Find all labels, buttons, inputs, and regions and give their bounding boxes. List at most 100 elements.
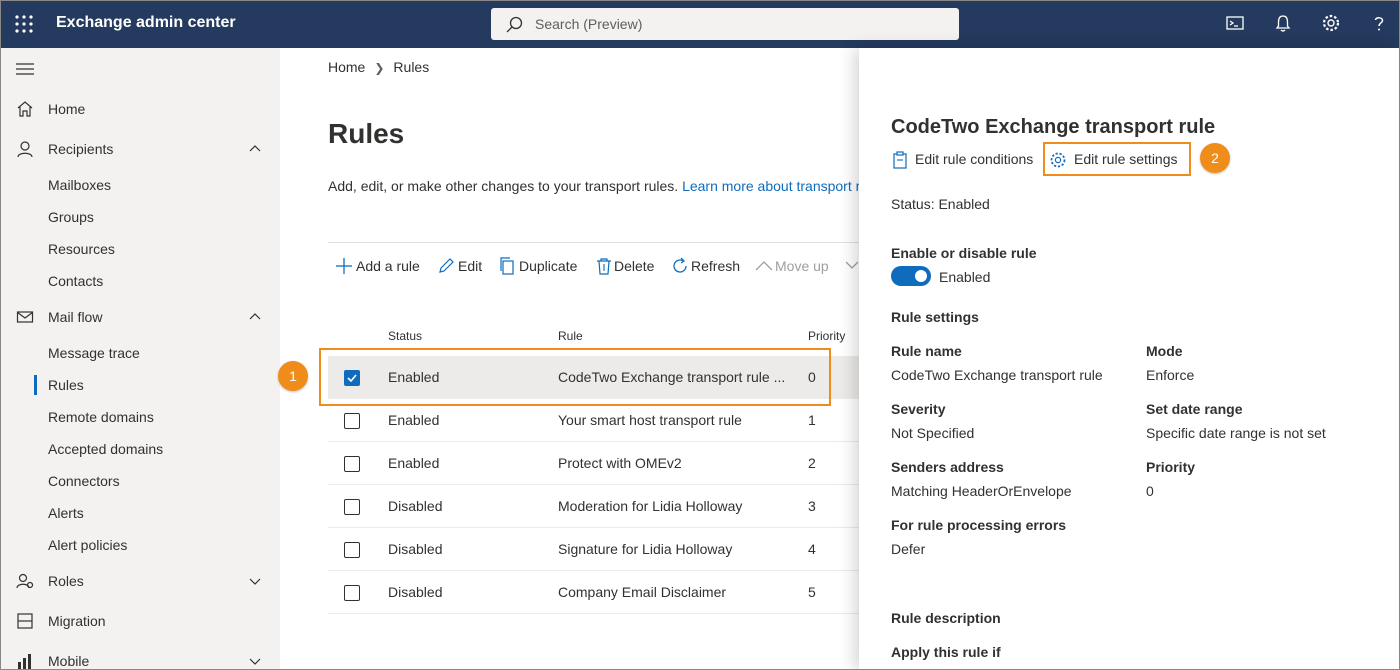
nav-item-message-trace[interactable]: Message trace [0, 337, 280, 369]
nav-item-home[interactable]: Home [0, 93, 280, 125]
delete-label: Delete [614, 258, 655, 274]
edit-conditions-label: Edit rule conditions [915, 151, 1034, 167]
nav-label-groups: Groups [48, 209, 94, 225]
row-checkbox[interactable] [344, 499, 360, 515]
nav-label-connectors: Connectors [48, 473, 120, 489]
chevron-up-icon[interactable] [248, 142, 262, 156]
nav-item-roles[interactable]: Roles [0, 565, 280, 597]
chevron-down-icon[interactable] [248, 574, 262, 588]
mode-value: Enforce [1146, 367, 1195, 383]
enable-rule-toggle[interactable] [891, 266, 931, 286]
nav-item-mobile[interactable]: Mobile [0, 645, 280, 670]
apply-rule-if-label: Apply this rule if [891, 644, 1001, 660]
mail-icon [16, 311, 34, 323]
bell-icon[interactable] [1273, 13, 1295, 35]
duplicate-button[interactable]: Duplicate [498, 256, 583, 276]
page-title: Rules [328, 118, 405, 149]
move-up-button[interactable]: Move up [755, 256, 835, 276]
nav-item-connectors[interactable]: Connectors [0, 465, 280, 497]
cell-status: Disabled [388, 541, 443, 557]
cell-rule: Moderation for Lidia Holloway [558, 498, 743, 514]
chevron-down-icon[interactable] [248, 654, 262, 668]
learn-more-link[interactable]: Learn more about transport r [682, 178, 860, 194]
row-checkbox[interactable] [344, 542, 360, 558]
breadcrumb: Home ❯ Rules [328, 59, 429, 75]
cell-priority: 1 [808, 412, 816, 428]
nav-item-alerts[interactable]: Alerts [0, 497, 280, 529]
description-text: Add, edit, or make other changes to your… [328, 178, 679, 194]
nav-label-home: Home [48, 101, 86, 117]
nav-label-mailboxes: Mailboxes [48, 177, 112, 193]
mobile-chart-icon [18, 654, 31, 669]
table-row[interactable]: Disabled Moderation for Lidia Holloway 3 [328, 485, 859, 528]
column-header-status[interactable]: Status [388, 329, 422, 343]
table-row[interactable]: Disabled Signature for Lidia Holloway 4 [328, 528, 859, 571]
column-header-rule[interactable]: Rule [558, 329, 583, 343]
add-rule-label: Add a rule [356, 258, 420, 274]
move-down-button[interactable] [845, 256, 859, 276]
nav-item-recipients[interactable]: Recipients [0, 133, 280, 165]
delete-button[interactable]: Delete [595, 256, 660, 276]
terminal-icon[interactable] [1225, 13, 1247, 35]
search-input[interactable] [535, 8, 945, 40]
breadcrumb-current: Rules [393, 59, 430, 75]
gear-icon[interactable] [1321, 13, 1343, 35]
help-icon[interactable] [1369, 13, 1391, 35]
refresh-icon [673, 257, 687, 273]
app-launcher-icon[interactable] [14, 14, 34, 34]
nav-item-rules[interactable]: Rules [0, 369, 280, 401]
add-rule-button[interactable]: Add a rule [335, 256, 425, 276]
nav-item-groups[interactable]: Groups [0, 201, 280, 233]
edit-rule-conditions-button[interactable]: Edit rule conditions [891, 150, 1036, 170]
nav-label-message-trace: Message trace [48, 345, 140, 361]
nav-item-alert-policies[interactable]: Alert policies [0, 529, 280, 561]
cell-rule: Your smart host transport rule [558, 412, 742, 428]
nav-item-migration[interactable]: Migration [0, 605, 280, 637]
nav-item-remote-domains[interactable]: Remote domains [0, 401, 280, 433]
column-header-priority[interactable]: Priority [808, 329, 845, 343]
plus-icon [336, 258, 352, 274]
top-bar: Exchange admin center [0, 0, 1400, 48]
nav-label-accepted-domains: Accepted domains [48, 441, 164, 457]
chevron-up-icon [755, 261, 773, 271]
table-row[interactable]: Enabled Protect with OMEv2 2 [328, 442, 859, 485]
nav-label-resources: Resources [48, 241, 115, 257]
table-row[interactable]: Disabled Company Email Disclaimer 5 [328, 571, 859, 614]
date-range-value: Specific date range is not set [1146, 425, 1326, 441]
nav-item-accepted-domains[interactable]: Accepted domains [0, 433, 280, 465]
roles-icon [16, 573, 34, 589]
cell-priority: 5 [808, 584, 816, 600]
row-checkbox[interactable] [344, 413, 360, 429]
home-icon [17, 101, 33, 117]
nav-label-mobile: Mobile [48, 653, 90, 669]
callout-highlight-row [319, 348, 831, 406]
edit-button[interactable]: Edit [437, 256, 487, 276]
senders-address-value: Matching HeaderOrEnvelope [891, 483, 1072, 499]
nav-item-contacts[interactable]: Contacts [0, 265, 280, 297]
clipboard-icon [893, 151, 907, 169]
app-title[interactable]: Exchange admin center [56, 14, 236, 32]
nav-label-migration: Migration [48, 613, 106, 629]
date-range-label: Set date range [1146, 401, 1243, 417]
severity-label: Severity [891, 401, 946, 417]
cell-status: Disabled [388, 498, 443, 514]
refresh-button[interactable]: Refresh [671, 256, 743, 276]
person-icon [17, 141, 33, 158]
chevron-up-icon[interactable] [248, 310, 262, 324]
row-checkbox[interactable] [344, 585, 360, 601]
priority-label: Priority [1146, 459, 1196, 475]
nav-item-mail-flow[interactable]: Mail flow [0, 301, 280, 333]
nav-item-resources[interactable]: Resources [0, 233, 280, 265]
nav-label-alerts: Alerts [48, 505, 84, 521]
callout-badge-1: 1 [278, 361, 308, 391]
processing-errors-label: For rule processing errors [891, 517, 1067, 533]
nav-item-mailboxes[interactable]: Mailboxes [0, 169, 280, 201]
hamburger-menu-icon[interactable] [16, 62, 34, 79]
rule-details-panel: CodeTwo Exchange transport rule Edit rul… [859, 48, 1400, 670]
mode-label: Mode [1146, 343, 1183, 359]
chevron-down-icon [845, 261, 859, 269]
row-checkbox[interactable] [344, 456, 360, 472]
search-box[interactable] [491, 8, 959, 40]
rule-name-label: Rule name [891, 343, 962, 359]
breadcrumb-home[interactable]: Home [328, 59, 365, 75]
